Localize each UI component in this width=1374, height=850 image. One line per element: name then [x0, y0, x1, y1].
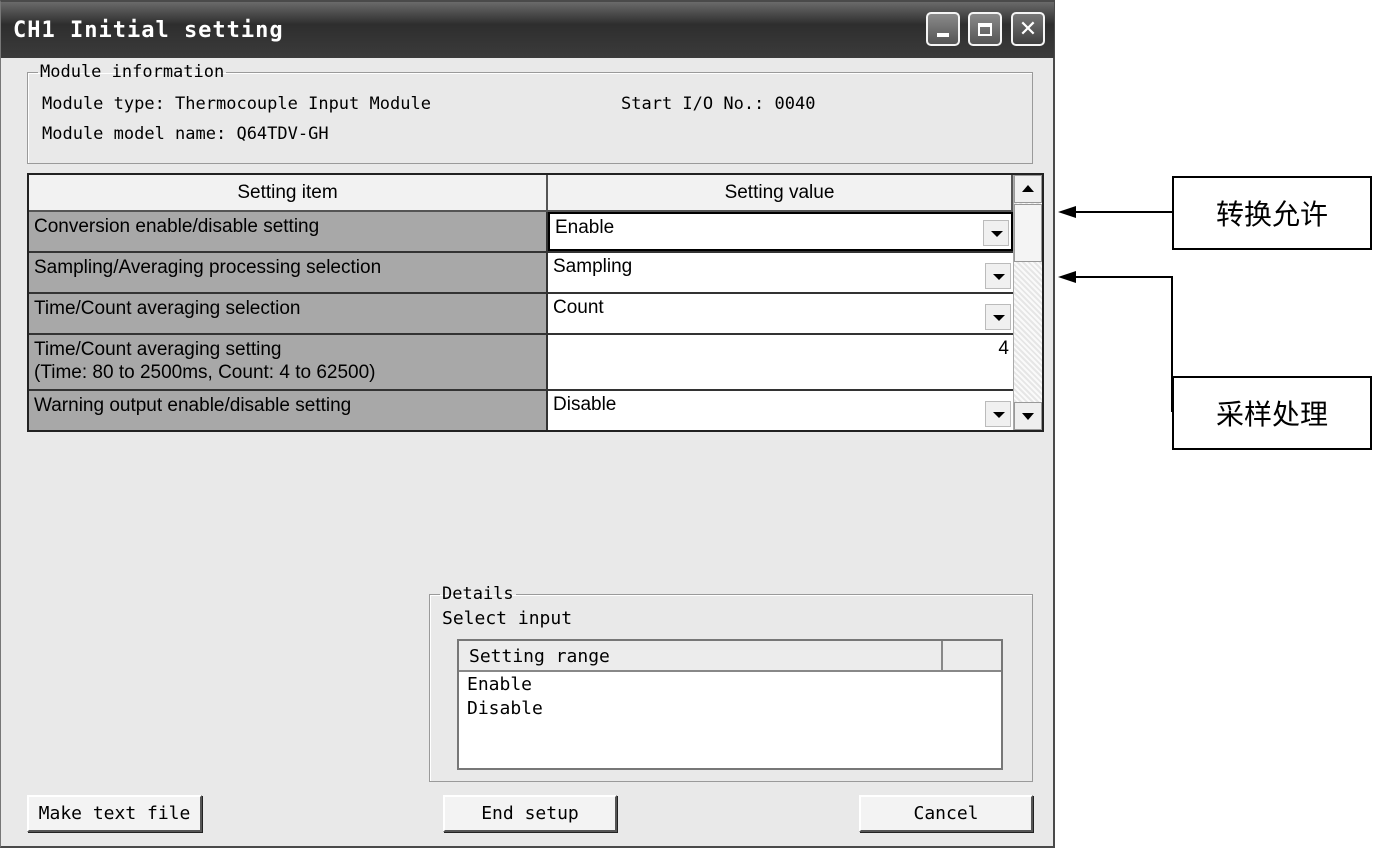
callout-conversion-enable: 转换允许 [1172, 176, 1372, 250]
callout-sampling-processing: 采样处理 [1172, 376, 1372, 450]
annotation-arrows [1058, 206, 1173, 412]
arrowhead-icon [1058, 271, 1076, 283]
arrow-line-sampling [1062, 276, 1173, 412]
arrowhead-icon [1058, 206, 1076, 218]
